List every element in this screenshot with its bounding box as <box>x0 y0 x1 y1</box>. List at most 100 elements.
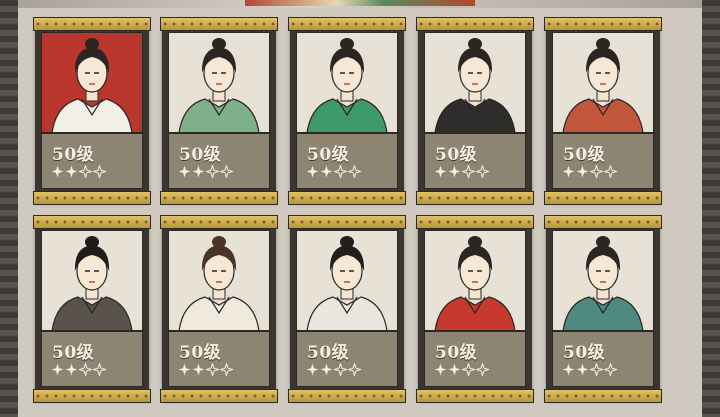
card-top-band <box>33 215 151 229</box>
star-empty-icon <box>604 363 617 376</box>
card-info-panel: 50级 <box>552 132 654 189</box>
character-level-label: 50级 <box>435 145 478 165</box>
star-empty-icon <box>476 363 489 376</box>
character-portrait-teal-robe <box>552 230 654 332</box>
card-bottom-band <box>288 389 406 403</box>
star-empty-icon <box>79 363 92 376</box>
character-portrait-plum-blossom <box>168 32 270 134</box>
character-level-label: 50级 <box>179 343 222 363</box>
star-filled-icon <box>576 363 589 376</box>
card-info-panel: 50级 <box>296 132 398 189</box>
star-rating <box>562 363 617 377</box>
star-rating <box>306 363 361 377</box>
character-portrait-long-hair <box>41 230 143 332</box>
star-rating <box>51 363 106 377</box>
star-filled-icon <box>306 363 319 376</box>
star-rating <box>51 165 106 179</box>
star-filled-icon <box>192 363 205 376</box>
card-top-band <box>416 215 534 229</box>
character-card[interactable]: 50级 <box>288 215 406 403</box>
star-empty-icon <box>462 363 475 376</box>
card-top-band <box>33 17 151 31</box>
star-empty-icon <box>93 165 106 178</box>
card-info-panel: 50级 <box>424 330 526 387</box>
star-filled-icon <box>320 363 333 376</box>
star-empty-icon <box>334 363 347 376</box>
character-card[interactable]: 50级 <box>288 17 406 205</box>
star-rating <box>562 165 617 179</box>
star-filled-icon <box>65 165 78 178</box>
card-bottom-band <box>416 191 534 205</box>
star-filled-icon <box>562 363 575 376</box>
character-level-label: 50级 <box>563 145 606 165</box>
character-card[interactable]: 50级 <box>544 17 662 205</box>
character-portrait-red-robe <box>424 230 526 332</box>
star-filled-icon <box>434 363 447 376</box>
card-info-panel: 50级 <box>552 330 654 387</box>
star-empty-icon <box>348 165 361 178</box>
card-top-band <box>160 17 278 31</box>
star-empty-icon <box>590 165 603 178</box>
character-card[interactable]: 50级 <box>416 215 534 403</box>
card-top-band <box>544 215 662 229</box>
card-info-panel: 50级 <box>424 132 526 189</box>
character-card[interactable]: 50级 <box>160 215 278 403</box>
star-empty-icon <box>220 363 233 376</box>
star-filled-icon <box>562 165 575 178</box>
star-filled-icon <box>192 165 205 178</box>
star-filled-icon <box>65 363 78 376</box>
card-info-panel: 50级 <box>168 330 270 387</box>
card-top-band <box>544 17 662 31</box>
star-empty-icon <box>206 165 219 178</box>
star-filled-icon <box>306 165 319 178</box>
star-empty-icon <box>476 165 489 178</box>
card-info-panel: 50级 <box>296 330 398 387</box>
character-card[interactable]: 50级 <box>33 17 151 205</box>
star-filled-icon <box>51 165 64 178</box>
star-rating <box>178 165 233 179</box>
star-filled-icon <box>178 165 191 178</box>
card-bottom-band <box>33 191 151 205</box>
character-portrait-black-headscarf <box>424 32 526 134</box>
card-bottom-band <box>33 389 151 403</box>
character-card[interactable]: 50级 <box>33 215 151 403</box>
star-empty-icon <box>79 165 92 178</box>
card-bottom-band <box>288 191 406 205</box>
character-portrait-ponytail <box>296 230 398 332</box>
star-rating <box>434 165 489 179</box>
star-rating <box>178 363 233 377</box>
star-empty-icon <box>334 165 347 178</box>
star-filled-icon <box>320 165 333 178</box>
character-level-label: 50级 <box>52 343 95 363</box>
star-filled-icon <box>51 363 64 376</box>
card-bottom-band <box>160 389 278 403</box>
card-top-band <box>416 17 534 31</box>
star-empty-icon <box>462 165 475 178</box>
card-bottom-band <box>160 191 278 205</box>
star-empty-icon <box>206 363 219 376</box>
star-filled-icon <box>448 165 461 178</box>
character-level-label: 50级 <box>52 145 95 165</box>
character-portrait-brush-in-mouth <box>296 32 398 134</box>
card-info-panel: 50级 <box>41 330 143 387</box>
card-info-panel: 50级 <box>41 132 143 189</box>
star-empty-icon <box>220 165 233 178</box>
character-card[interactable]: 50级 <box>160 17 278 205</box>
star-empty-icon <box>604 165 617 178</box>
card-bottom-band <box>416 389 534 403</box>
character-portrait-curly-hair <box>168 230 270 332</box>
character-level-label: 50级 <box>307 145 350 165</box>
character-level-label: 50级 <box>563 343 606 363</box>
character-level-label: 50级 <box>179 145 222 165</box>
character-card[interactable]: 50级 <box>544 215 662 403</box>
character-level-label: 50级 <box>307 343 350 363</box>
character-portrait-spectacles <box>552 32 654 134</box>
character-level-label: 50级 <box>435 343 478 363</box>
star-empty-icon <box>348 363 361 376</box>
character-card-grid: 50级 50级 50级 50级 50级 50级 50级 50级 50级 50级 <box>0 0 720 417</box>
card-top-band <box>160 215 278 229</box>
character-card[interactable]: 50级 <box>416 17 534 205</box>
star-empty-icon <box>93 363 106 376</box>
card-bottom-band <box>544 191 662 205</box>
card-top-band <box>288 215 406 229</box>
